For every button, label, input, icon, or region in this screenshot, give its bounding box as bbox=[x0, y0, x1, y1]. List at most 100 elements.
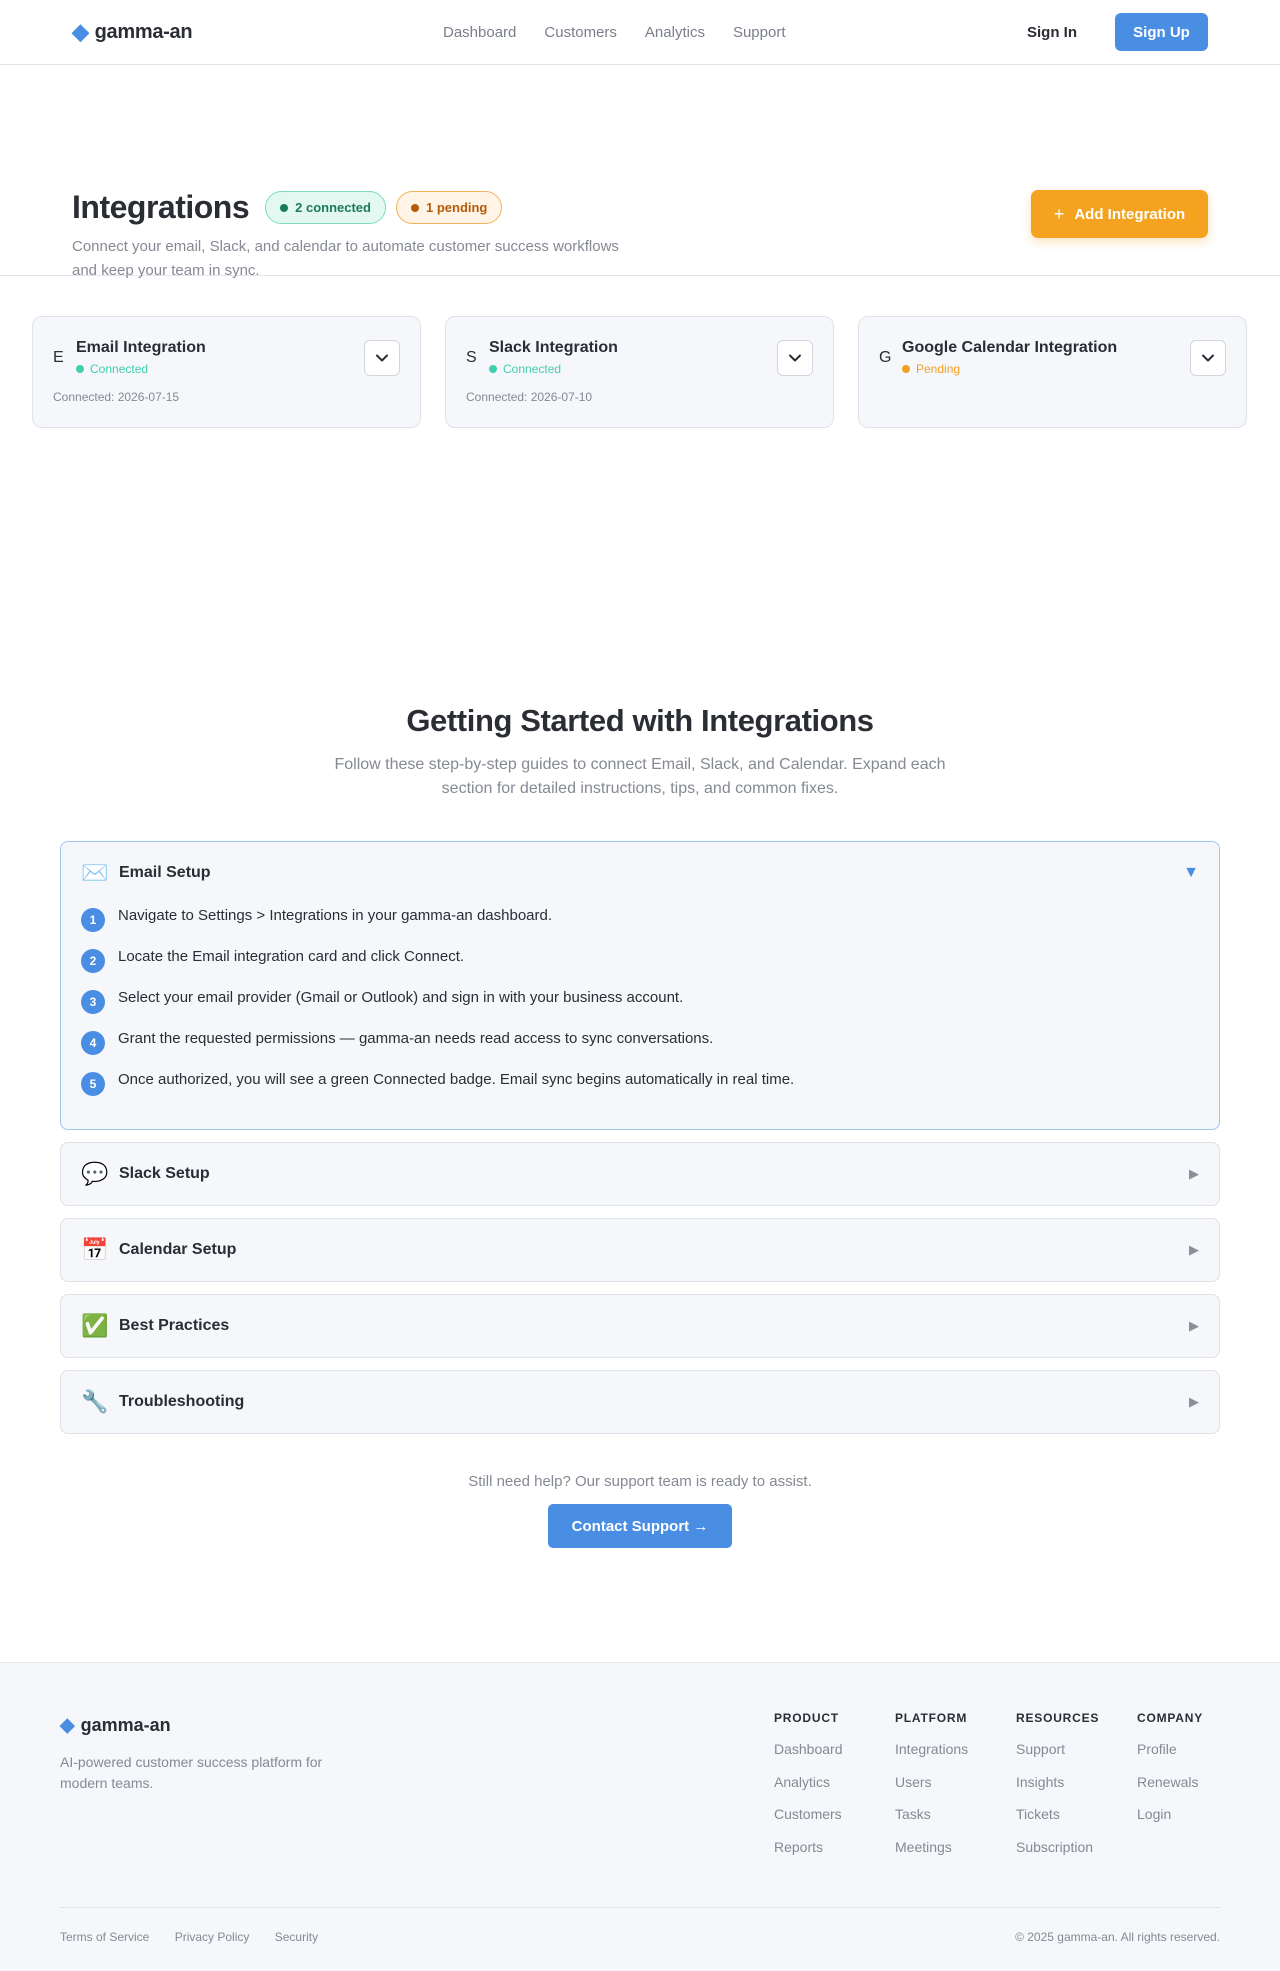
expand-card-button[interactable] bbox=[777, 340, 813, 376]
chevron-down-icon bbox=[1202, 354, 1214, 362]
privacy-link[interactable]: Privacy Policy bbox=[175, 1930, 250, 1944]
legal-links: Terms of Service Privacy Policy Security bbox=[60, 1930, 340, 1944]
diamond-logo-icon: ◆ bbox=[60, 1715, 75, 1736]
footer-link[interactable]: Tasks bbox=[895, 1804, 1016, 1837]
accordion-header[interactable]: 📅 Calendar Setup ▶ bbox=[61, 1219, 1219, 1281]
setup-guides-accordion: ✉️ Email Setup ▼ 1 Navigate to Settings … bbox=[60, 841, 1220, 1434]
footer-link[interactable]: Users bbox=[895, 1772, 1016, 1805]
step-number: 2 bbox=[81, 949, 105, 973]
footer-link[interactable]: Profile bbox=[1137, 1739, 1258, 1772]
site-footer: ◆ gamma-an AI-powered customer success p… bbox=[0, 1662, 1280, 1971]
step-number: 3 bbox=[81, 990, 105, 1014]
footer-column-company: COMPANY Profile Renewals Login bbox=[1137, 1711, 1258, 1869]
contact-support-button[interactable]: Contact Support → bbox=[548, 1504, 732, 1548]
integration-initial: G bbox=[879, 349, 892, 366]
footer-link[interactable]: Customers bbox=[774, 1804, 895, 1837]
accordion-header[interactable]: ✅ Best Practices ▶ bbox=[61, 1295, 1219, 1357]
footer-link[interactable]: Dashboard bbox=[774, 1739, 895, 1772]
footer-brand: ◆ gamma-an AI-powered customer success p… bbox=[60, 1715, 340, 1794]
footer-column-title: RESOURCES bbox=[1016, 1711, 1100, 1725]
support-text: Still need help? Our support team is rea… bbox=[468, 1473, 812, 1490]
calendar-icon: 📅 bbox=[81, 1237, 109, 1262]
page-description: Connect your email, Slack, and calendar … bbox=[72, 238, 619, 279]
footer-link[interactable]: Renewals bbox=[1137, 1772, 1258, 1805]
footer-link[interactable]: Meetings bbox=[895, 1837, 1016, 1870]
caret-right-icon: ▶ bbox=[1189, 1166, 1199, 1181]
terms-link[interactable]: Terms of Service bbox=[60, 1930, 149, 1944]
step-number: 5 bbox=[81, 1072, 105, 1096]
page-title: Integrations bbox=[72, 189, 250, 225]
envelope-icon: ✉️ bbox=[81, 860, 109, 885]
accordion-troubleshooting: 🔧 Troubleshooting ▶ bbox=[60, 1370, 1220, 1434]
footer-column-title: PLATFORM bbox=[895, 1711, 968, 1725]
add-integration-button[interactable]: + Add Integration bbox=[1031, 190, 1208, 238]
caret-right-icon: ▶ bbox=[1189, 1242, 1199, 1257]
expand-card-button[interactable] bbox=[364, 340, 400, 376]
caret-down-icon: ▼ bbox=[1183, 864, 1199, 881]
footer-logo[interactable]: ◆ gamma-an bbox=[60, 1715, 340, 1736]
footer-tagline: AI-powered customer success platform for… bbox=[60, 1754, 323, 1791]
accordion-email-setup: ✉️ Email Setup ▼ 1 Navigate to Settings … bbox=[60, 841, 1220, 1130]
nav-link-analytics[interactable]: Analytics bbox=[645, 24, 705, 41]
check-mark-icon: ✅ bbox=[81, 1313, 109, 1338]
main-nav: Dashboard Customers Analytics Support bbox=[443, 0, 786, 64]
footer-link[interactable]: Reports bbox=[774, 1837, 895, 1870]
integration-name: Google Calendar Integration bbox=[902, 339, 1118, 356]
status-indicator: Pending bbox=[902, 362, 960, 376]
step-item: 1 Navigate to Settings > Integrations in… bbox=[81, 906, 1199, 947]
accordion-calendar-setup: 📅 Calendar Setup ▶ bbox=[60, 1218, 1220, 1282]
step-item: 4 Grant the requested permissions — gamm… bbox=[81, 1029, 1199, 1070]
status-indicator: Connected bbox=[489, 362, 561, 376]
expand-card-button[interactable] bbox=[1190, 340, 1226, 376]
footer-link[interactable]: Analytics bbox=[774, 1772, 895, 1805]
connected-count-label: 2 connected bbox=[295, 200, 371, 215]
step-text: Select your email provider (Gmail or Out… bbox=[118, 989, 684, 1006]
section-title: Getting Started with Integrations bbox=[406, 703, 874, 738]
footer-column-title: COMPANY bbox=[1137, 1711, 1204, 1725]
support-cta: Still need help? Our support team is rea… bbox=[0, 1473, 1280, 1662]
footer-link[interactable]: Integrations bbox=[895, 1739, 1016, 1772]
pending-count-label: 1 pending bbox=[425, 200, 488, 215]
chevron-down-icon bbox=[789, 354, 801, 362]
footer-link-columns: PRODUCT Dashboard Analytics Customers Re… bbox=[774, 1711, 1258, 1869]
integration-cards: E Email Integration Connected Connected:… bbox=[0, 276, 1280, 703]
footer-bottom-bar: Terms of Service Privacy Policy Security… bbox=[60, 1907, 1220, 1944]
status-indicator: Connected bbox=[76, 362, 148, 376]
pending-count-badge: 1 pending bbox=[395, 191, 503, 224]
footer-link[interactable]: Support bbox=[1016, 1739, 1137, 1772]
accordion-title: Troubleshooting bbox=[119, 1393, 245, 1410]
accordion-header[interactable]: 🔧 Troubleshooting ▶ bbox=[61, 1371, 1219, 1433]
section-subtitle: Follow these step-by-step guides to conn… bbox=[334, 756, 946, 797]
accordion-header[interactable]: ✉️ Email Setup ▼ bbox=[61, 842, 1219, 904]
status-label: Connected bbox=[90, 362, 149, 376]
title-row: Integrations 2 connected 1 pending bbox=[72, 189, 512, 226]
section-header: Getting Started with Integrations Follow… bbox=[0, 703, 1280, 801]
accordion-slack-setup: 💬 Slack Setup ▶ bbox=[60, 1142, 1220, 1206]
status-dot-icon bbox=[902, 365, 910, 373]
nav-link-support[interactable]: Support bbox=[733, 24, 786, 41]
footer-link[interactable]: Insights bbox=[1016, 1772, 1137, 1805]
footer-link[interactable]: Tickets bbox=[1016, 1804, 1137, 1837]
caret-right-icon: ▶ bbox=[1189, 1394, 1199, 1409]
speech-bubble-icon: 💬 bbox=[81, 1161, 109, 1186]
nav-link-dashboard[interactable]: Dashboard bbox=[443, 24, 516, 41]
page-header: Integrations 2 connected 1 pending Conne… bbox=[0, 65, 1280, 279]
brand-logo[interactable]: ◆ gamma-an bbox=[72, 21, 193, 44]
green-dot-icon bbox=[280, 203, 289, 212]
integration-name: Email Integration bbox=[76, 339, 206, 356]
getting-started-section: Getting Started with Integrations Follow… bbox=[0, 703, 1280, 1662]
status-label: Connected bbox=[503, 362, 562, 376]
step-text: Once authorized, you will see a green Co… bbox=[118, 1071, 795, 1088]
footer-link[interactable]: Subscription bbox=[1016, 1837, 1137, 1870]
accordion-header[interactable]: 💬 Slack Setup ▶ bbox=[61, 1143, 1219, 1205]
step-number: 1 bbox=[81, 908, 105, 932]
status-dot-icon bbox=[76, 365, 84, 373]
security-link[interactable]: Security bbox=[275, 1930, 318, 1944]
footer-column-platform: PLATFORM Integrations Users Tasks Meetin… bbox=[895, 1711, 1016, 1869]
sign-in-button[interactable]: Sign In bbox=[1019, 14, 1085, 51]
nav-link-customers[interactable]: Customers bbox=[544, 24, 617, 41]
add-integration-label: Add Integration bbox=[1074, 205, 1186, 223]
footer-link[interactable]: Login bbox=[1137, 1804, 1258, 1837]
sign-up-button[interactable]: Sign Up bbox=[1115, 13, 1208, 51]
footer-column-title: PRODUCT bbox=[774, 1711, 839, 1725]
